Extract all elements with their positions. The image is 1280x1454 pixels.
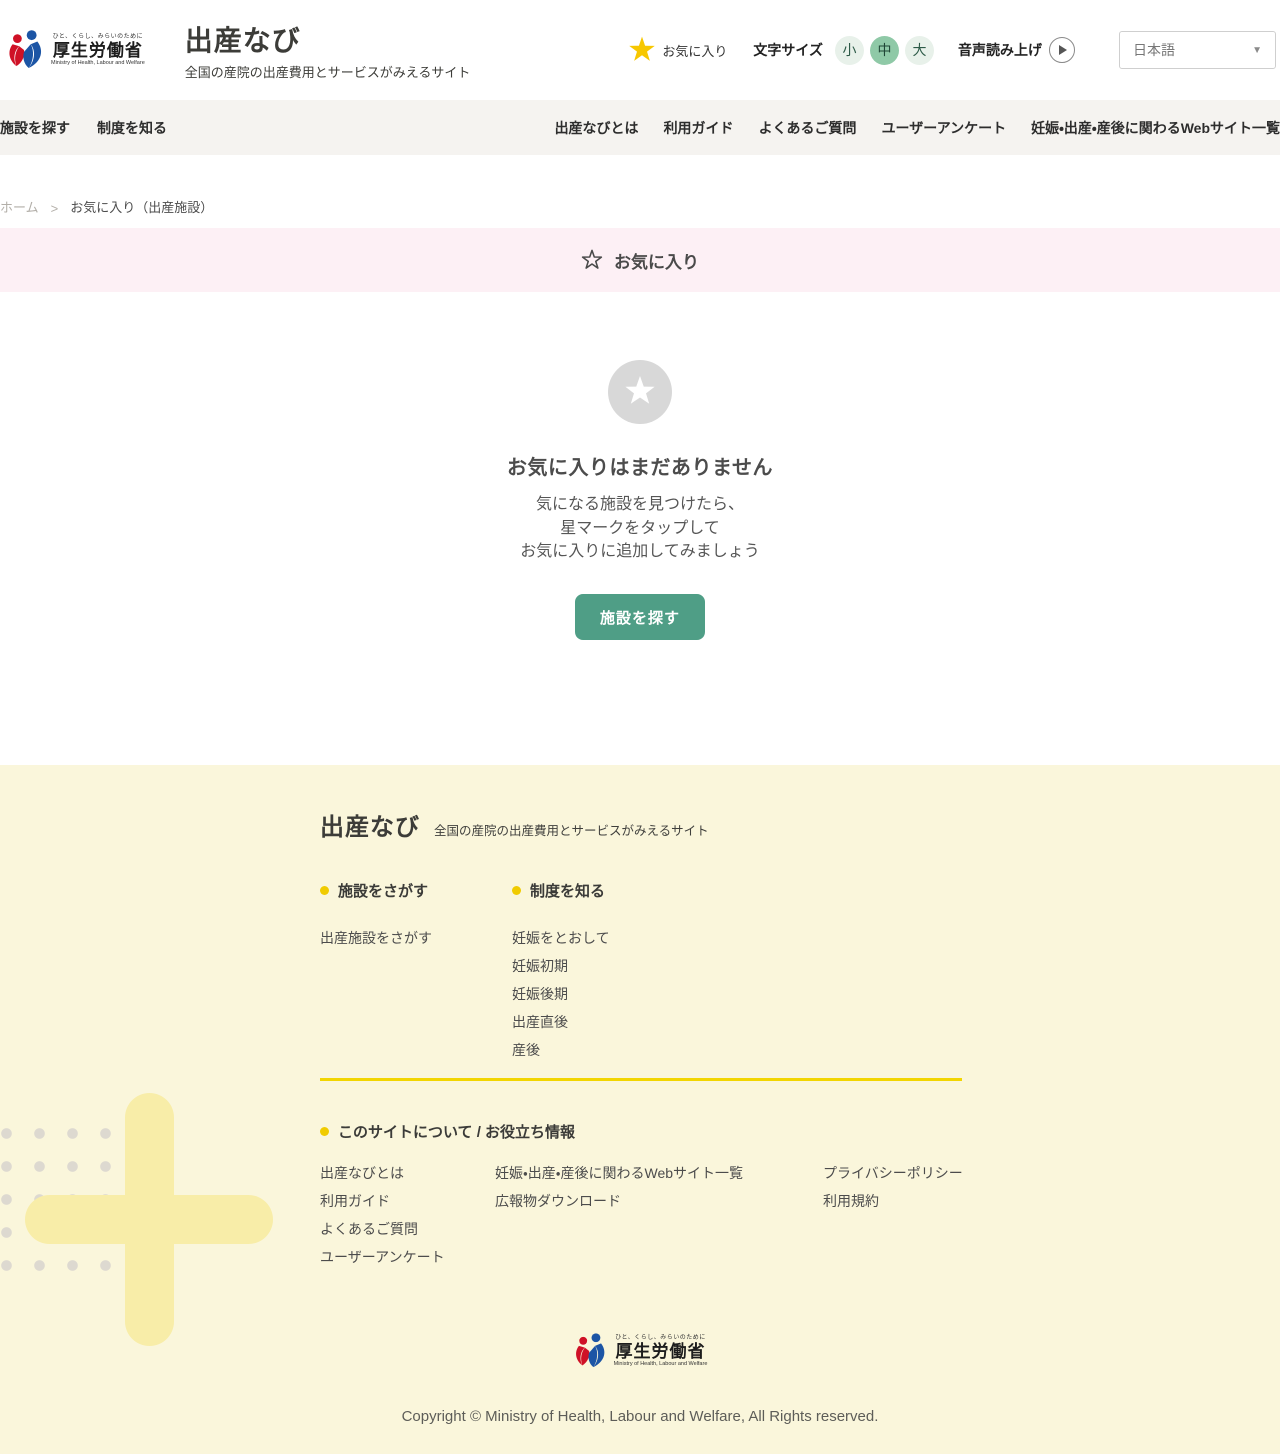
footer-link-about[interactable]: 出産なびとは <box>320 1159 495 1187</box>
mhlw-emblem-icon <box>9 30 42 69</box>
breadcrumb: ホーム > お気に入り（出産施設） <box>0 155 1280 228</box>
language-select[interactable]: 日本語 ▼ <box>1119 31 1276 69</box>
copyright-text: Copyright © Ministry of Health, Labour a… <box>401 1408 879 1425</box>
text-size-medium-button[interactable]: 中 <box>870 35 899 65</box>
chevron-down-icon: ▼ <box>1252 44 1262 56</box>
mhlw-emblem-icon <box>575 1333 605 1368</box>
footer-mhlw-name-en: Ministry of Health, Labour and Welfare <box>613 1361 708 1368</box>
nav-item-about[interactable]: 出産なびとは <box>555 118 639 138</box>
nav-item-websites[interactable]: 妊娠・出産・産後に関わるWebサイト一覧 <box>1031 118 1280 138</box>
site-title: 出産なび <box>184 25 301 56</box>
mhlw-name: 厚生労働省 <box>52 40 143 60</box>
footer-site-subtitle: 全国の産院の出産費用とサービスがみえるサイト <box>434 824 709 838</box>
favorites-label: お気に入り <box>662 43 728 59</box>
empty-state-message: 気になる施設を見つけたら、 星マークをタップして お気に入りに追加してみましょう <box>520 496 760 561</box>
empty-state-title: お気に入りはまだありません <box>507 457 773 479</box>
mhlw-logo[interactable]: ひと、くらし、みらいのために 厚生労働省 Ministry of Health,… <box>6 30 145 70</box>
nav-item-survey[interactable]: ユーザーアンケート <box>882 118 1007 138</box>
breadcrumb-current: お気に入り（出産施設） <box>70 200 214 215</box>
footer-link-search-facility[interactable]: 出産施設をさがす <box>320 924 512 952</box>
footer-site-title: 出産なび <box>320 814 420 841</box>
nav-item-know-system[interactable]: 制度を知る <box>97 118 167 138</box>
text-size-label: 文字サイズ <box>753 42 823 58</box>
breadcrumb-separator: > <box>50 201 59 216</box>
footer-link-survey[interactable]: ユーザーアンケート <box>320 1243 495 1271</box>
mhlw-name-en: Ministry of Health, Labour and Welfare <box>51 60 145 67</box>
header-utilities: お気に入り 文字サイズ 小 中 大 音声読み上げ 日本語 ▼ <box>628 31 1280 69</box>
footer-link-privacy[interactable]: プライバシーポリシー <box>823 1159 963 1187</box>
footer-link-early-pregnancy[interactable]: 妊娠初期 <box>512 952 610 980</box>
star-outline-icon <box>581 249 603 269</box>
footer-link-downloads[interactable]: 広報物ダウンロード <box>495 1187 823 1215</box>
site-header: ひと、くらし、みらいのために 厚生労働省 Ministry of Health,… <box>0 0 1280 100</box>
play-icon <box>1049 37 1075 63</box>
footer-heading-system: 制度を知る <box>512 880 610 901</box>
nav-item-guide[interactable]: 利用ガイド <box>664 118 734 138</box>
footer-link-terms[interactable]: 利用規約 <box>823 1187 963 1215</box>
footer-link-through-pregnancy[interactable]: 妊娠をとおして <box>512 924 610 952</box>
plus-decoration-icon <box>125 1093 174 1346</box>
bullet-dot-icon <box>320 1127 329 1136</box>
main-nav: 施設を探す 制度を知る 出産なびとは 利用ガイド よくあるご質問 ユーザーアンケ… <box>0 100 1280 155</box>
page-title: お気に入り <box>614 252 699 272</box>
search-facility-button[interactable]: 施設を探す <box>575 594 705 641</box>
page-banner: お気に入り <box>0 228 1280 292</box>
nav-item-search-facility[interactable]: 施設を探す <box>0 118 70 138</box>
site-subtitle: 全国の産院の出産費用とサービスがみえるサイト <box>184 65 471 80</box>
bullet-dot-icon <box>512 886 521 895</box>
footer-mhlw-name: 厚生労働省 <box>615 1341 706 1361</box>
text-size-large-button[interactable]: 大 <box>905 35 934 65</box>
text-to-speech-button[interactable]: 音声読み上げ <box>958 37 1075 63</box>
bullet-dot-icon <box>320 886 329 895</box>
tts-label: 音声読み上げ <box>958 42 1042 58</box>
favorites-empty-state: お気に入りはまだありません 気になる施設を見つけたら、 星マークをタップして お… <box>0 292 1280 765</box>
site-title-block[interactable]: 出産なび 全国の産院の出産費用とサービスがみえるサイト <box>185 19 471 81</box>
footer-link-websites[interactable]: 妊娠・出産・産後に関わるWebサイト一覧 <box>495 1159 823 1187</box>
star-circle-icon <box>608 360 672 424</box>
language-value: 日本語 <box>1133 42 1175 58</box>
text-size-small-button[interactable]: 小 <box>835 35 864 65</box>
footer-mhlw-tagline: ひと、くらし、みらいのために <box>615 1334 706 1341</box>
footer-link-faq[interactable]: よくあるご質問 <box>320 1215 495 1243</box>
footer-heading-facility: 施設をさがす <box>320 880 512 901</box>
star-icon <box>629 36 656 61</box>
footer-link-late-pregnancy[interactable]: 妊娠後期 <box>512 980 610 1008</box>
footer-divider <box>320 1078 962 1081</box>
footer-link-guide[interactable]: 利用ガイド <box>320 1187 495 1215</box>
breadcrumb-home[interactable]: ホーム <box>0 197 39 216</box>
footer-link-postpartum[interactable]: 産後 <box>512 1036 610 1064</box>
mhlw-tagline: ひと、くらし、みらいのために <box>52 33 144 40</box>
nav-item-faq[interactable]: よくあるご質問 <box>759 118 857 138</box>
footer-mhlw-logo[interactable]: ひと、くらし、みらいのために 厚生労働省 Ministry of Health,… <box>573 1333 708 1369</box>
footer-link-after-birth[interactable]: 出産直後 <box>512 1008 610 1036</box>
favorites-link[interactable]: お気に入り <box>628 36 727 64</box>
site-footer: 出産なび 全国の産院の出産費用とサービスがみえるサイト 施設をさがす 出産施設を… <box>0 765 1280 1454</box>
